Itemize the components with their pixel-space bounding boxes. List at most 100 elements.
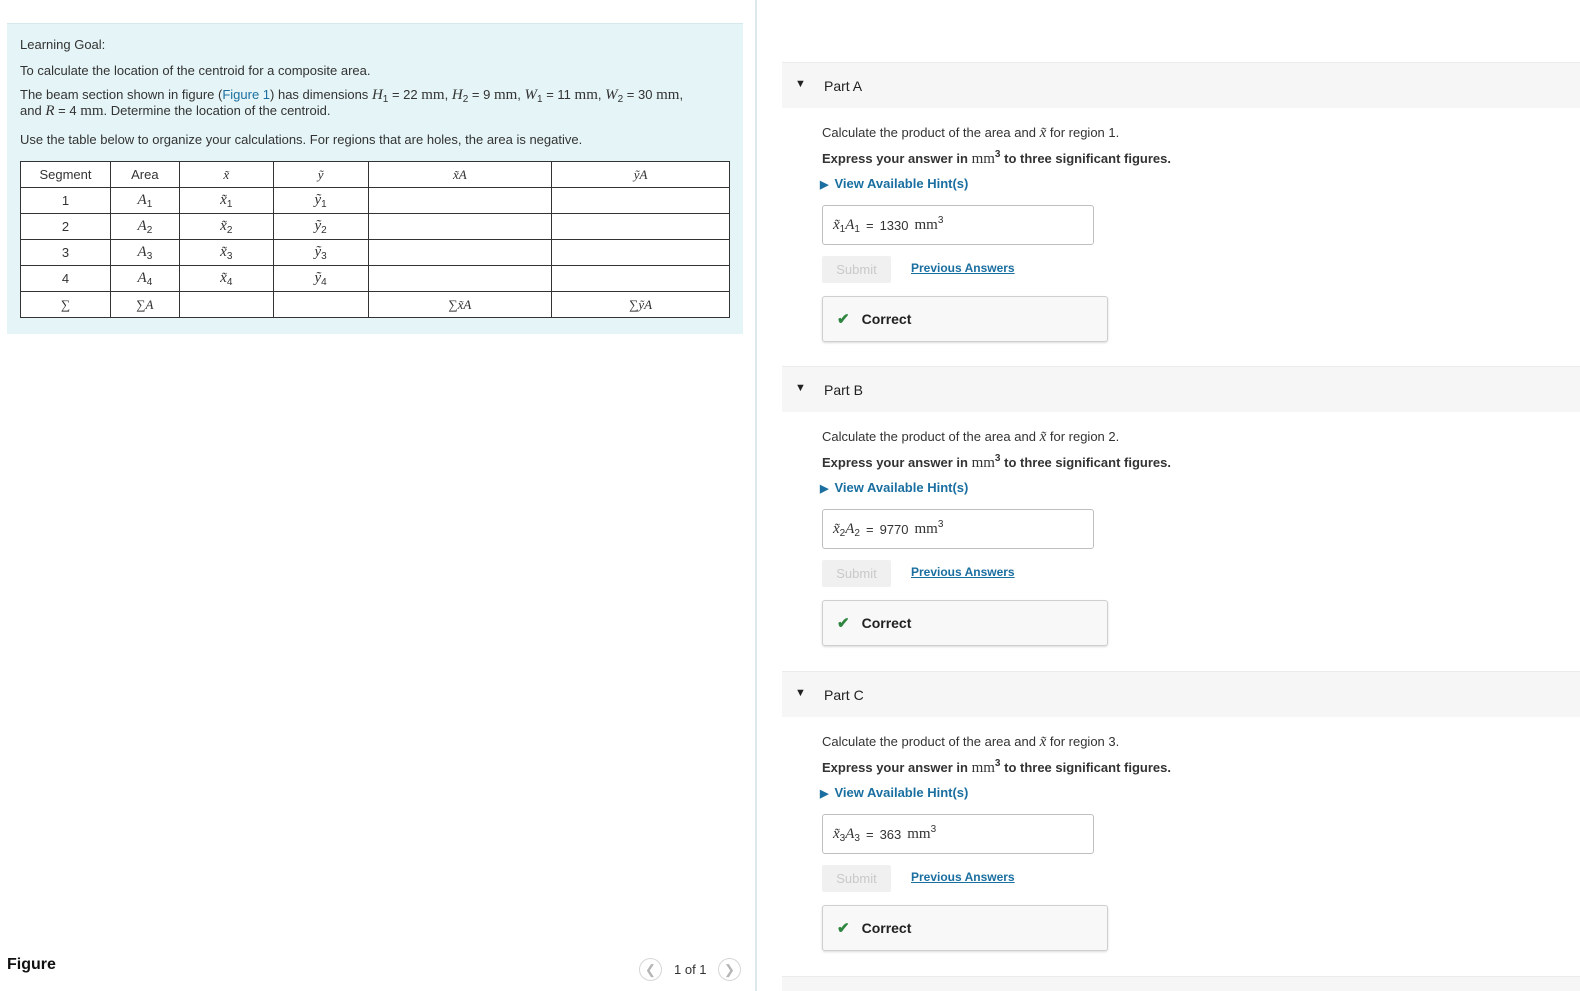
- answer-label: x̃3A3: [833, 825, 860, 844]
- centroid-table: Segment Area x̃ ỹ x̃A ỹA 1 A1 x̃1 ỹ1 2 A…: [20, 161, 730, 318]
- problem-pane: Learning Goal: To calculate the location…: [0, 0, 756, 991]
- sum-area-cell: ∑A: [109, 291, 180, 318]
- correct-feedback: ✔ Correct: [822, 600, 1108, 646]
- express-instruction: Express your answer in mm3 to three sign…: [822, 149, 1171, 168]
- previous-answers-link[interactable]: Previous Answers: [911, 261, 1015, 275]
- part-a-header[interactable]: ▼ Part A: [782, 62, 1580, 108]
- answer-unit: mm3: [914, 214, 944, 233]
- ya-cell: [551, 239, 730, 266]
- previous-answers-link[interactable]: Previous Answers: [911, 870, 1015, 884]
- answer-field[interactable]: x̃2A2 = 9770 mm3: [822, 509, 1094, 549]
- area-cell: A1: [109, 187, 180, 214]
- answer-label: x̃2A2: [833, 520, 860, 539]
- learning-goal-panel: Learning Goal: To calculate the location…: [7, 23, 743, 334]
- answer-value: 363: [879, 826, 902, 842]
- caret-down-icon[interactable]: ▼: [795, 687, 806, 699]
- part-b-section: ▼ Part B Calculate the product of the ar…: [782, 366, 1580, 656]
- chevron-left-icon[interactable]: ❮: [639, 958, 662, 981]
- dimension-w2: W2 = 30 mm: [605, 87, 680, 105]
- part-title: Part C: [824, 687, 864, 703]
- answer-field[interactable]: x̃1A1 = 1330 mm3: [822, 205, 1094, 245]
- x-cell: x̃2: [178, 213, 274, 240]
- next-part-header-edge[interactable]: [782, 976, 1580, 991]
- equals-sign: =: [865, 826, 874, 842]
- question-text: Calculate the product of the area and x̃…: [822, 125, 1120, 141]
- part-c-header[interactable]: ▼ Part C: [782, 671, 1580, 717]
- previous-answers-link[interactable]: Previous Answers: [911, 565, 1015, 579]
- correct-feedback: ✔ Correct: [822, 296, 1108, 342]
- table-header-row: Segment Area x̃ ỹ x̃A ỹA: [20, 161, 730, 188]
- status-label: Correct: [861, 920, 912, 936]
- sum-ya-cell: ∑ỹA: [551, 291, 730, 318]
- goal-text: To calculate the location of the centroi…: [20, 63, 371, 78]
- answer-field[interactable]: x̃3A3 = 363 mm3: [822, 814, 1094, 854]
- checkmark-icon: ✔: [837, 615, 850, 632]
- equals-sign: =: [865, 521, 874, 537]
- area-cell: A3: [109, 239, 180, 266]
- status-label: Correct: [861, 311, 912, 327]
- xa-cell: [367, 239, 553, 266]
- segment-cell: 3: [20, 239, 111, 266]
- xa-cell: [367, 187, 553, 214]
- dimension-h1: H1 = 22 mm: [371, 87, 445, 105]
- header-ya: ỹA: [551, 161, 730, 188]
- caret-right-icon: ▶: [820, 788, 829, 800]
- dimension-r: R = 4 mm: [45, 103, 104, 119]
- caret-right-icon: ▶: [820, 179, 829, 191]
- dimension-h2: H2 = 9 mm: [451, 87, 518, 105]
- answer-value: 9770: [879, 521, 909, 537]
- submit-button[interactable]: Submit: [822, 560, 891, 587]
- caret-down-icon[interactable]: ▼: [795, 78, 806, 90]
- part-a-section: ▼ Part A Calculate the product of the ar…: [782, 62, 1580, 352]
- checkmark-icon: ✔: [837, 920, 850, 937]
- view-hints-link[interactable]: ▶ View Available Hint(s): [820, 785, 968, 800]
- figure-pager: 1 of 1: [674, 962, 707, 977]
- part-b-header[interactable]: ▼ Part B: [782, 366, 1580, 412]
- submit-button[interactable]: Submit: [822, 256, 891, 283]
- part-title: Part A: [824, 78, 863, 94]
- correct-feedback: ✔ Correct: [822, 905, 1108, 951]
- part-title: Part B: [824, 382, 863, 398]
- area-cell: A4: [109, 265, 180, 292]
- table-row: 1 A1 x̃1 ỹ1: [20, 187, 730, 214]
- equals-sign: =: [865, 217, 874, 233]
- ya-cell: [551, 187, 730, 214]
- view-hints-link[interactable]: ▶ View Available Hint(s): [820, 480, 968, 495]
- question-text: Calculate the product of the area and x̃…: [822, 429, 1120, 445]
- figure-link[interactable]: Figure 1: [222, 87, 270, 102]
- answer-unit: mm3: [907, 823, 937, 842]
- beam-suffix: ) has dimensions: [270, 87, 369, 102]
- dimension-w1: W1 = 11 mm: [524, 87, 598, 105]
- caret-down-icon[interactable]: ▼: [795, 382, 806, 394]
- table-row: 3 A3 x̃3 ỹ3: [20, 239, 730, 266]
- header-x-tilde: x̃: [178, 161, 274, 188]
- checkmark-icon: ✔: [837, 311, 850, 328]
- chevron-right-icon[interactable]: ❯: [718, 958, 741, 981]
- y-cell: ỹ3: [272, 239, 369, 266]
- part-c-section: ▼ Part C Calculate the product of the ar…: [782, 671, 1580, 961]
- and-text: and: [20, 103, 42, 118]
- area-cell: A2: [109, 213, 180, 240]
- express-instruction: Express your answer in mm3 to three sign…: [822, 453, 1171, 472]
- header-area: Area: [109, 161, 180, 188]
- submit-button[interactable]: Submit: [822, 865, 891, 892]
- header-y-tilde: ỹ: [272, 161, 369, 188]
- express-instruction: Express your answer in mm3 to three sign…: [822, 758, 1171, 777]
- figure-label: Figure: [7, 956, 56, 973]
- beam-description: The beam section shown in figure (Figure…: [20, 87, 684, 119]
- y-cell: ỹ4: [272, 265, 369, 292]
- xa-cell: [367, 265, 553, 292]
- table-instructions: Use the table below to organize your cal…: [20, 132, 583, 147]
- pane-divider[interactable]: [755, 0, 757, 991]
- segment-cell: 1: [20, 187, 111, 214]
- segment-cell: 4: [20, 265, 111, 292]
- sum-symbol-cell: ∑: [20, 291, 111, 318]
- view-hints-link[interactable]: ▶ View Available Hint(s): [820, 176, 968, 191]
- ya-cell: [551, 265, 730, 292]
- learning-goal-label: Learning Goal:: [20, 37, 106, 52]
- header-segment: Segment: [20, 161, 111, 188]
- beam-prefix: The beam section shown in figure (: [20, 87, 223, 102]
- determine-text: . Determine the location of the centroid…: [103, 103, 331, 118]
- ya-cell: [551, 213, 730, 240]
- x-cell: x̃1: [178, 187, 274, 214]
